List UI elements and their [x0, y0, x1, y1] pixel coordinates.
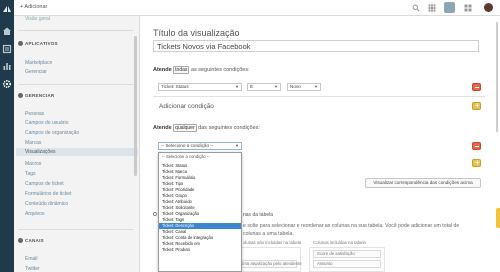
admin-gear-icon[interactable]	[2, 79, 12, 89]
add-condition-label: Adicionar condição	[159, 103, 214, 110]
apps-section-icon	[18, 41, 23, 46]
columns-help-line-2: colunas a uma tabela.	[243, 231, 294, 237]
dropdown-option[interactable]: Ticket: Organização	[159, 211, 241, 217]
sidebar-item-people[interactable]: Pessoas	[25, 111, 44, 117]
sidebar-item-brands[interactable]: Marcas	[25, 140, 41, 146]
divider	[18, 30, 133, 31]
sidebar-item-views[interactable]: Visualizações	[16, 148, 138, 156]
views-icon[interactable]	[2, 44, 12, 54]
all-conditions-label: Atende todas as seguintes condições:	[153, 66, 250, 74]
sidebar-item-ticket-forms[interactable]: Formulários de ticket	[25, 191, 71, 197]
dropdown-option[interactable]: Ticket: Tipo	[159, 181, 241, 187]
section-title-manage: GERENCIAR	[18, 93, 54, 98]
sidebar-item-tags[interactable]: Tags	[25, 171, 36, 177]
any-condition-select[interactable]: -- Selecione a condição -- ▼	[158, 142, 242, 150]
dropdown-option[interactable]: Ticket: Status	[159, 163, 241, 169]
dropdown-option[interactable]: -- Selecione a condição --	[159, 154, 241, 160]
remove-condition-button[interactable]	[472, 83, 481, 91]
dropdown-option[interactable]: Ticket: Formulário	[159, 175, 241, 181]
dropdown-option[interactable]: Ticket: Canal	[159, 229, 241, 235]
column-chip[interactable]: Score de satisfação	[313, 250, 381, 258]
sidebar-item-macros[interactable]: Macros	[25, 161, 41, 167]
sidebar-item-org-fields[interactable]: Campos de organização	[25, 130, 79, 136]
dropdown-option[interactable]: Ticket: Conta de integração	[159, 235, 241, 241]
sidebar-item-manage-apps[interactable]: Gerenciar	[25, 69, 47, 75]
dropdown-option[interactable]: Ticket: Grupo	[159, 193, 241, 199]
view-title-input[interactable]	[153, 40, 479, 52]
search-icon[interactable]	[412, 4, 420, 12]
dropdown-option[interactable]: Ticket: Marca	[159, 169, 241, 175]
divider	[18, 84, 133, 85]
sidebar-scrollbar[interactable]	[134, 36, 137, 176]
dropdown-option[interactable]: Ticket: Tags	[159, 217, 241, 223]
sidebar-item-files[interactable]: Arquivos	[25, 211, 44, 217]
chevron-down-icon: ▼	[235, 84, 239, 89]
dropdown-option[interactable]: Ticket: Produto	[159, 247, 241, 253]
columns-section-initial: O	[153, 212, 157, 218]
main-content: Título da visualização Atende todas as s…	[141, 16, 500, 272]
manage-section-icon	[18, 93, 23, 98]
any-pill: qualquer	[173, 124, 197, 132]
product-rail	[0, 0, 14, 272]
reports-icon[interactable]	[2, 61, 12, 71]
main-scrollbar[interactable]	[496, 22, 498, 132]
dropdown-option-highlighted[interactable]: Ticket: Descrição	[159, 223, 241, 229]
sidebar-item-email[interactable]: Email	[25, 256, 38, 262]
logo-icon[interactable]	[2, 4, 12, 14]
condition-value-select[interactable]: Novo ▼	[287, 83, 321, 91]
sidebar-item-user-fields[interactable]: Campos do usuário	[25, 120, 68, 126]
condition-dropdown-list[interactable]: -- Selecione a condição -- Ticket: Statu…	[158, 152, 242, 272]
columns-help-line-1: e solte para selecionar e reordenar as c…	[243, 223, 460, 229]
sidebar-item-overview[interactable]: Visão geral	[25, 16, 50, 22]
chevron-down-icon: ▼	[235, 143, 239, 148]
all-pill: todas	[173, 66, 190, 74]
apps-grid-icon[interactable]	[428, 4, 436, 12]
column-chip[interactable]: Assunto	[313, 260, 381, 268]
top-bar: + Adicionar	[14, 0, 500, 16]
divider	[18, 229, 133, 230]
divider	[153, 96, 485, 97]
section-title-apps: APLICATIVOS	[18, 41, 58, 46]
admin-sidebar: Visão geral APLICATIVOS Marketplace Gere…	[14, 16, 140, 272]
remove-condition-button[interactable]	[472, 142, 481, 150]
avatar[interactable]	[484, 3, 493, 12]
page-title: Título da visualização	[153, 28, 240, 38]
condition-field-select[interactable]: Ticket: Status ▼	[158, 83, 242, 91]
grid-menu-icon[interactable]	[464, 4, 472, 12]
chevron-down-icon: ▼	[314, 84, 318, 89]
condition-operator-select[interactable]: É ▼	[247, 83, 281, 91]
section-title-channels: CANAIS	[18, 238, 44, 243]
sidebar-item-dynamic-content[interactable]: Conteúdo dinâmico	[25, 201, 68, 207]
channels-section-icon	[18, 238, 23, 243]
sidebar-item-ticket-fields[interactable]: Campos de ticket	[25, 181, 64, 187]
columns-included-header: Colunas incluídas na tabela	[313, 240, 366, 245]
add-condition-button[interactable]	[472, 158, 481, 167]
home-icon[interactable]	[2, 26, 12, 36]
add-button[interactable]: + Adicionar	[20, 4, 47, 10]
chat-icon[interactable]	[444, 2, 455, 13]
dropdown-option[interactable]: Ticket: Prioridade	[159, 187, 241, 193]
sidebar-item-marketplace[interactable]: Marketplace	[25, 60, 52, 66]
dropdown-option[interactable]: Ticket: Solicitante	[159, 205, 241, 211]
column-chip[interactable]: Última atualização pelo atendente	[233, 260, 302, 268]
chevron-down-icon: ▼	[274, 84, 278, 89]
sidebar-item-twitter[interactable]: Twitter	[25, 266, 40, 272]
add-condition-button[interactable]	[472, 101, 481, 110]
columns-section-title: nas da tabela	[243, 212, 274, 218]
columns-not-included-header: olunas não incluídas na tabela	[243, 240, 302, 245]
dropdown-option[interactable]: Ticket: Recebido em	[159, 241, 241, 247]
help-widget-tab[interactable]	[496, 208, 500, 228]
any-conditions-label: Atende qualquer das seguintes condições:	[153, 124, 260, 132]
preview-conditions-button[interactable]: Visualizar correspondência das condições…	[365, 178, 481, 188]
dropdown-option[interactable]: Ticket: Atribuído	[159, 199, 241, 205]
